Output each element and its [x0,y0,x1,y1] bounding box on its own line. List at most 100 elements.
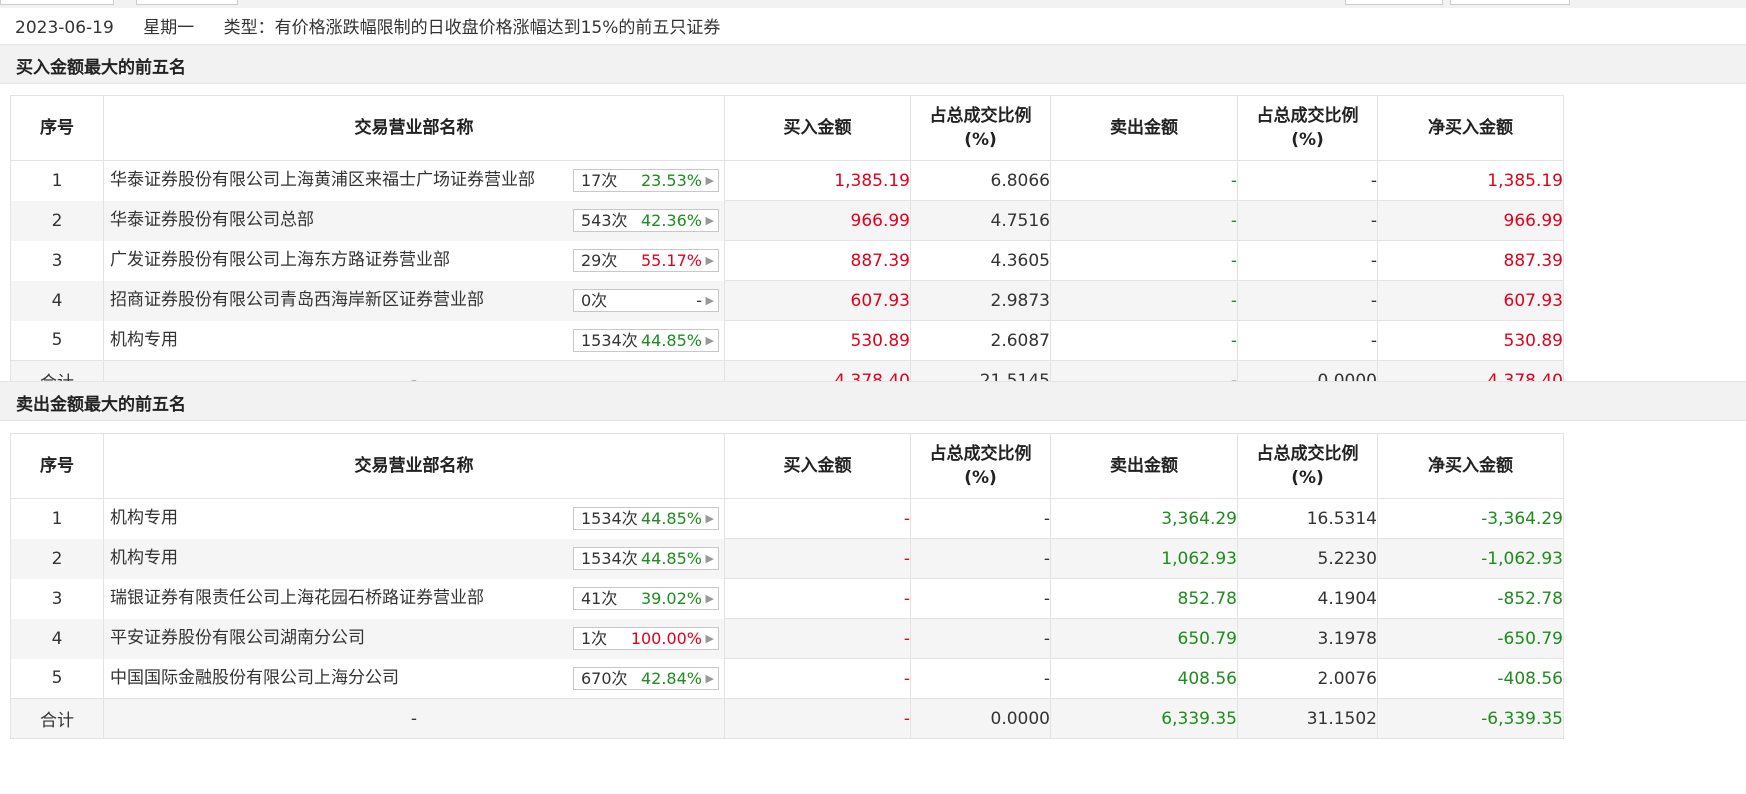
row-index: 3 [10,578,104,619]
success-rate: - [696,291,702,310]
table-row[interactable]: 2 机构专用 1534次 44.85% ▶ - -1,062.93 5.2230 -1,062.… [10,538,1564,579]
buy-ratio: - [910,618,1051,659]
branch-history-badge[interactable]: 1次 100.00% ▶ [573,627,719,650]
total-net-amount: -6,339.35 [1377,698,1564,739]
toolbar-control[interactable] [136,0,238,5]
toolbar-control[interactable] [1450,0,1570,5]
toolbar-control[interactable] [1345,0,1443,5]
total-row: 合计 - -0.0000 6,339.35 31.1502 -6,339.35 [10,698,1564,739]
listing-count: 41次 [581,589,618,608]
caret-right-icon: ▶ [705,552,714,565]
net-amount: 887.39 [1377,240,1564,281]
branch-history-badge[interactable]: 41次 39.02% ▶ [573,587,719,610]
toolbar-control[interactable] [0,0,114,5]
row-index: 5 [10,320,104,361]
table-row[interactable]: 1 机构专用 1534次 44.85% ▶ - -3,364.29 16.5314 -3,364… [10,498,1564,539]
branch-cell: 招商证券股份有限公司青岛西海岸新区证券营业部 0次 - ▶ [103,280,725,321]
branch-name-link[interactable]: 华泰证券股份有限公司总部 [110,201,314,240]
table-row[interactable]: 1 华泰证券股份有限公司上海黄浦区来福士广场证券营业部 17次 23.53% ▶ 1,38… [10,160,1564,201]
net-amount: 607.93 [1377,280,1564,321]
branch-history-badge[interactable]: 670次 42.84% ▶ [573,666,719,690]
caret-right-icon: ▶ [705,214,714,227]
table-row[interactable]: 5 中国国际金融股份有限公司上海分公司 670次 42.84% ▶ - -408.56 2.0… [10,658,1564,699]
net-amount: -408.56 [1377,658,1564,699]
listing-count: 670次 [581,668,628,688]
col-header-buy-ratio-line1: 占总成交比例 [929,444,1032,464]
branch-cell: 广发证券股份有限公司上海东方路证券营业部 29次 55.17% ▶ [103,240,725,281]
branch-cell: 机构专用 1534次 44.85% ▶ [103,320,725,361]
col-header-net-amount: 净买入金额 [1377,433,1564,499]
buy-ratio: - [910,658,1051,699]
sell-amount: - [1050,240,1238,281]
branch-name-link[interactable]: 广发证券股份有限公司上海东方路证券营业部 [110,241,450,280]
branch-name-link[interactable]: 招商证券股份有限公司青岛西海岸新区证券营业部 [110,281,484,320]
sell-ratio: 2.0076 [1237,658,1378,699]
branch-cell: 机构专用 1534次 44.85% ▶ [103,538,725,579]
total-sell-amount: 6,339.35 [1050,698,1238,739]
branch-history-badge[interactable]: 1534次 44.85% ▶ [573,507,719,531]
sell-ratio: 3.1978 [1237,618,1378,659]
sell-amount: - [1050,280,1238,321]
branch-name-link[interactable]: 瑞银证券有限责任公司上海花园石桥路证券营业部 [110,579,484,618]
row-index: 5 [10,658,104,699]
success-rate: 44.85% [640,549,702,568]
table-row[interactable]: 4 平安证券股份有限公司湖南分公司 1次 100.00% ▶ - -650.79 3.1978… [10,618,1564,659]
table-row[interactable]: 4 招商证券股份有限公司青岛西海岸新区证券营业部 0次 - ▶ 607.93 2.9873-… [10,280,1564,321]
branch-history-badge[interactable]: 1534次 44.85% ▶ [573,328,719,352]
table-row[interactable]: 3 瑞银证券有限责任公司上海花园石桥路证券营业部 41次 39.02% ▶ - -852.7… [10,578,1564,619]
total-buy-amount: - [724,698,911,739]
buy-amount: 530.89 [724,320,911,361]
top-toolbar-strip [0,0,1746,8]
buy-ratio: 4.7516 [910,200,1051,241]
row-index: 1 [10,160,104,201]
listing-count: 1次 [581,629,608,648]
table-header-row: 序号 交易营业部名称 买入金额 占总成交比例 (%) 卖出金额 占总成交比例 (%)… [10,433,1564,499]
sell-section-header: 卖出金额最大的前五名 [0,381,1746,421]
branch-cell: 瑞银证券有限责任公司上海花园石桥路证券营业部 41次 39.02% ▶ [103,578,725,619]
table-row[interactable]: 5 机构专用 1534次 44.85% ▶ 530.89 2.6087- -530.89 [10,320,1564,361]
branch-name-link[interactable]: 平安证券股份有限公司湖南分公司 [110,619,365,658]
report-info-line: 2023-06-19 星期一 类型：有价格涨跌幅限制的日收盘价格涨幅达到15%的… [15,16,744,40]
branch-name-link[interactable]: 华泰证券股份有限公司上海黄浦区来福士广场证券营业部 [110,161,535,200]
branch-history-badge[interactable]: 1534次 44.85% ▶ [573,547,719,570]
table-header-row: 序号 交易营业部名称 买入金额 占总成交比例 (%) 卖出金额 占总成交比例 (%)… [10,95,1564,161]
buy-amount: 887.39 [724,240,911,281]
branch-history-badge[interactable]: 17次 23.53% ▶ [573,169,719,193]
success-rate: 44.85% [640,330,702,350]
col-header-buy-ratio-line2: (%) [964,468,997,488]
buy-ratio: 2.9873 [910,280,1051,321]
caret-right-icon: ▶ [705,333,714,347]
branch-name-link[interactable]: 机构专用 [110,539,178,578]
net-amount: -1,062.93 [1377,538,1564,579]
sell-ratio: - [1237,160,1378,201]
branch-history-badge[interactable]: 29次 55.17% ▶ [573,249,719,272]
listing-count: 543次 [581,211,628,230]
branch-cell: 中国国际金融股份有限公司上海分公司 670次 42.84% ▶ [103,658,725,699]
branch-history-badge[interactable]: 0次 - ▶ [573,289,719,312]
col-header-index: 序号 [10,433,104,499]
branch-cell: 机构专用 1534次 44.85% ▶ [103,498,725,539]
net-amount: 1,385.19 [1377,160,1564,201]
col-header-sell-ratio: 占总成交比例 (%) [1237,433,1378,499]
table-row[interactable]: 2 华泰证券股份有限公司总部 543次 42.36% ▶ 966.99 4.7516- -96… [10,200,1564,241]
branch-name-link[interactable]: 机构专用 [110,499,178,538]
caret-right-icon: ▶ [705,174,714,188]
branch-name-link[interactable]: 中国国际金融股份有限公司上海分公司 [110,659,399,698]
buy-ratio: - [910,538,1051,579]
col-header-buy-ratio: 占总成交比例 (%) [910,95,1051,161]
report-type: 类型：有价格涨跌幅限制的日收盘价格涨幅达到15%的前五只证券 [223,18,721,38]
net-amount: -3,364.29 [1377,498,1564,539]
buy-top5-table: 序号 交易营业部名称 买入金额 占总成交比例 (%) 卖出金额 占总成交比例 (%)… [10,95,1564,401]
sell-section-title: 卖出金额最大的前五名 [16,395,186,415]
sell-amount: 1,062.93 [1050,538,1238,579]
branch-name-link[interactable]: 机构专用 [110,321,178,360]
table-row[interactable]: 3 广发证券股份有限公司上海东方路证券营业部 29次 55.17% ▶ 887.39 4.3… [10,240,1564,281]
total-buy-ratio: 0.0000 [910,698,1051,739]
sell-ratio: - [1237,280,1378,321]
branch-history-badge[interactable]: 543次 42.36% ▶ [573,209,719,232]
buy-amount: - [724,498,911,539]
buy-ratio: - [910,578,1051,619]
col-header-buy-ratio-line2: (%) [964,130,997,150]
report-date: 2023-06-19 [15,18,114,38]
buy-ratio: 4.3605 [910,240,1051,281]
